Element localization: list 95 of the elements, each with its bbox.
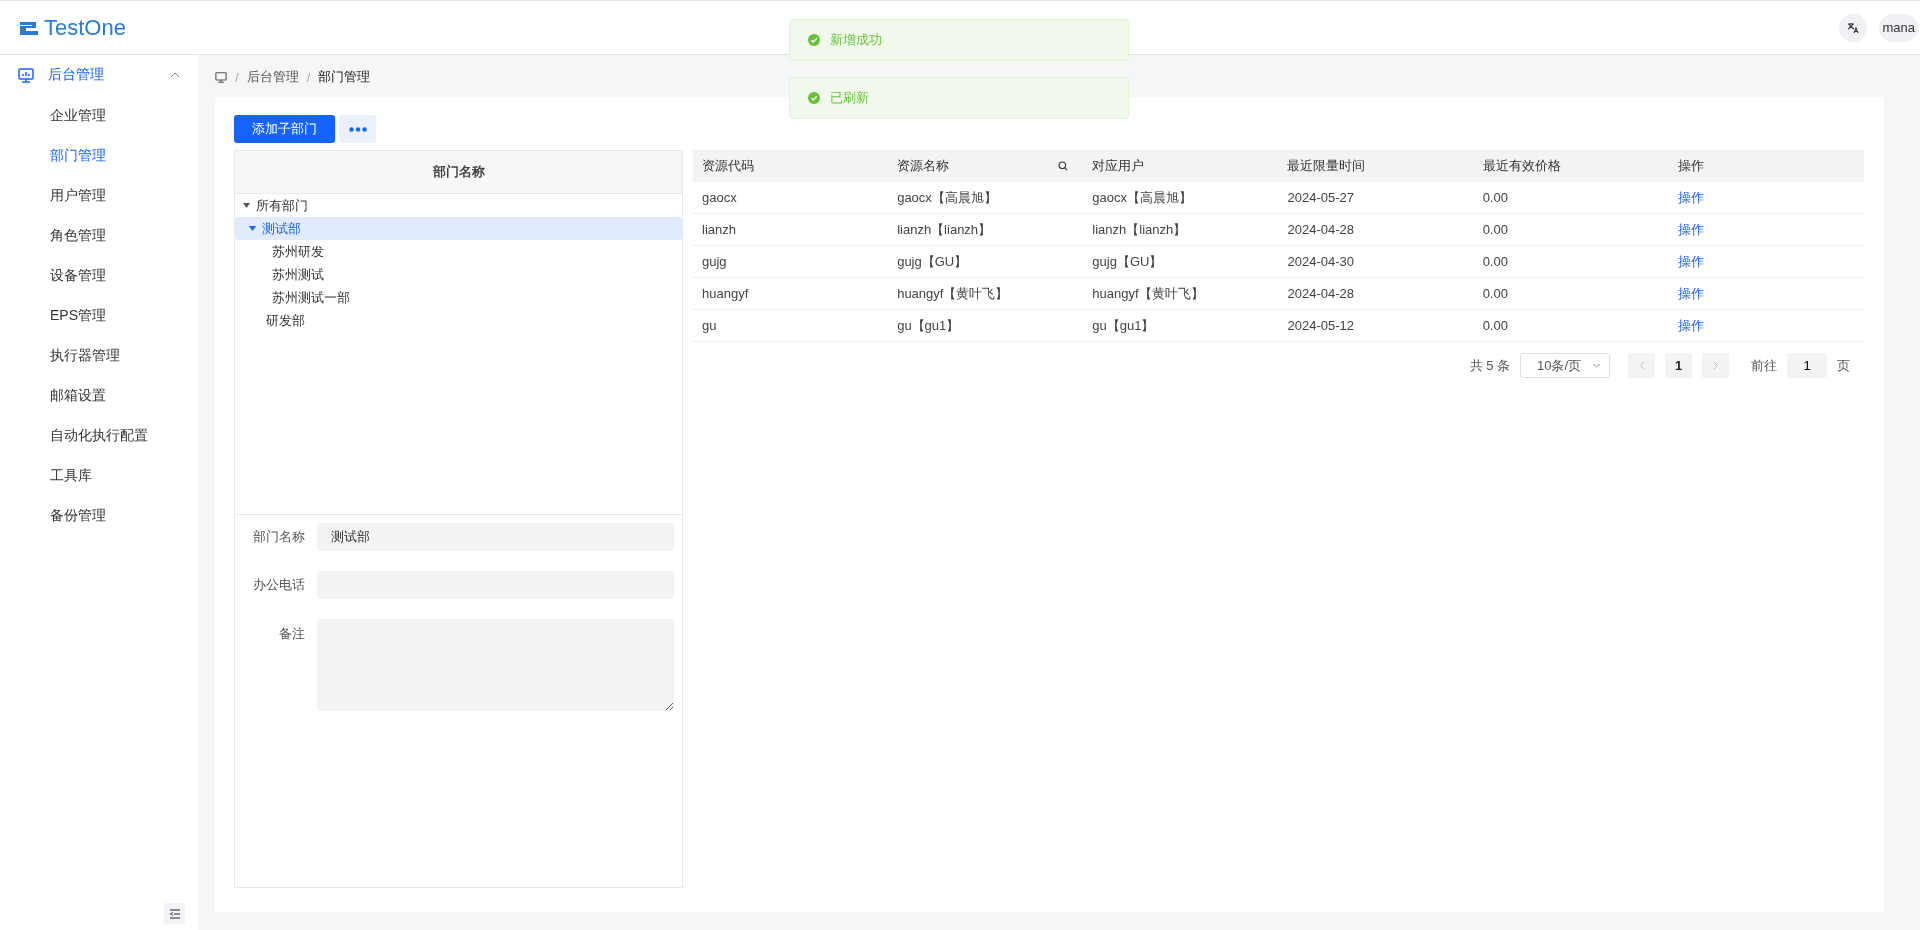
table-cell: lianzh【lianzh】 <box>888 213 1084 246</box>
action-link[interactable]: 操作 <box>1677 221 1704 237</box>
sidebar-group[interactable]: 后台管理 <box>0 55 198 95</box>
chevron-left-icon <box>1638 361 1645 370</box>
translate-icon[interactable] <box>1839 13 1868 42</box>
tree-node[interactable]: 研发部 <box>235 309 682 332</box>
more-icon[interactable] <box>339 115 376 143</box>
tree-node[interactable]: 苏州测试 <box>235 263 682 286</box>
chevron-icon <box>1592 363 1601 368</box>
column-title: 资源名称 <box>897 157 950 175</box>
notes-field[interactable] <box>317 619 674 711</box>
tree-node[interactable]: 苏州研发 <box>235 240 682 263</box>
column-title: 操作 <box>1677 157 1704 175</box>
action-link[interactable]: 操作 <box>1677 285 1704 301</box>
column-title: 对应用户 <box>1092 157 1145 175</box>
sidebar-item[interactable]: 设备管理 <box>0 255 198 295</box>
table-cell: 0.00 <box>1473 309 1669 342</box>
toast-message: 已刷新 <box>830 89 869 107</box>
sidebar-item[interactable]: 用户管理 <box>0 175 198 215</box>
collapse-icon[interactable] <box>164 903 185 924</box>
table-cell: 0.00 <box>1473 182 1669 214</box>
table-cell: 2024-05-12 <box>1278 309 1474 342</box>
search-icon[interactable] <box>1058 161 1069 171</box>
table-cell: gujg【GU】 <box>888 245 1084 278</box>
total-count: 共 5 条 <box>1469 356 1510 375</box>
table-cell: 2024-04-30 <box>1278 245 1474 278</box>
add-button[interactable]: 添加子部门 <box>234 115 335 143</box>
chevron-right-icon <box>1712 361 1719 370</box>
tree-node[interactable]: 苏州测试一部 <box>235 286 682 309</box>
table-cell: gu【gu1】 <box>1083 309 1279 342</box>
field-label: 办公电话 <box>252 576 305 594</box>
user-avatar[interactable]: mana <box>1879 13 1918 42</box>
table-cell: 2024-04-28 <box>1278 213 1474 246</box>
sidebar-item[interactable]: 自动化执行配置 <box>0 415 198 455</box>
sidebar-item[interactable]: 企业管理 <box>0 95 198 135</box>
table-cell: lianzh <box>693 213 889 246</box>
goto-label: 前往 <box>1751 356 1777 375</box>
sidebar-item[interactable]: 执行器管理 <box>0 335 198 375</box>
tree-heading: 部门名称 <box>235 151 682 194</box>
sidebar-item[interactable]: 邮箱设置 <box>0 375 198 415</box>
sidebar-item[interactable]: 部门管理 <box>0 135 198 175</box>
page-input[interactable]: 1 <box>1787 353 1827 378</box>
table-cell: gujg【GU】 <box>1083 245 1279 278</box>
check-circle-icon <box>808 34 820 46</box>
table-cell: lianzh【lianzh】 <box>1083 213 1279 246</box>
sidebar-item[interactable]: 工具库 <box>0 455 198 495</box>
tree-label: 测试部 <box>262 219 301 238</box>
monitor-icon <box>215 71 227 83</box>
table-cell: huangyf <box>693 277 889 310</box>
action-link[interactable]: 操作 <box>1677 189 1704 205</box>
chevron-icon <box>170 72 180 78</box>
breadcrumb-separator: / <box>306 69 311 85</box>
tree-node[interactable]: 测试部 <box>235 217 682 240</box>
table-cell: gaocx【高晨旭】 <box>888 182 1084 214</box>
page-size-select[interactable]: 10条/页 <box>1520 353 1610 378</box>
tree-label: 苏州研发 <box>272 242 324 261</box>
table-cell: 2024-04-28 <box>1278 277 1474 310</box>
column-title: 最近有效价格 <box>1482 157 1561 175</box>
table-cell: gaocx【高晨旭】 <box>1083 182 1279 214</box>
table-cell: 0.00 <box>1473 277 1669 310</box>
tree-label: 苏州测试一部 <box>272 288 350 307</box>
sidebar-item[interactable]: 角色管理 <box>0 215 198 255</box>
table-cell: huangyf【黄叶飞】 <box>1083 277 1279 310</box>
table-cell: 0.00 <box>1473 245 1669 278</box>
table-cell: gujg <box>693 245 889 278</box>
tree-label: 研发部 <box>266 311 305 330</box>
tree-label: 所有部门 <box>256 196 308 215</box>
action-link[interactable]: 操作 <box>1677 253 1704 269</box>
page-button[interactable]: 1 <box>1665 353 1692 378</box>
table-cell: gu <box>693 309 889 342</box>
sidebar-item[interactable]: 备份管理 <box>0 495 198 535</box>
table-cell: gaocx <box>693 182 889 214</box>
monitor-icon <box>18 67 34 83</box>
caret-icon <box>249 226 256 231</box>
column-title: 最近限量时间 <box>1287 157 1366 175</box>
page-suffix: 页 <box>1837 356 1850 375</box>
breadcrumb-link[interactable]: 后台管理 <box>246 68 299 86</box>
caret-icon <box>243 203 250 208</box>
table-cell: gu【gu1】 <box>888 309 1084 342</box>
input-field[interactable]: 测试部 <box>317 523 674 551</box>
tree-label: 苏州测试 <box>272 265 324 284</box>
breadcrumb-link[interactable]: 部门管理 <box>318 68 371 86</box>
column-title: 资源代码 <box>702 157 754 175</box>
breadcrumb-separator: / <box>235 69 239 85</box>
field-label: 备注 <box>278 625 305 643</box>
toast-message: 新增成功 <box>830 31 882 49</box>
check-circle-icon <box>808 92 820 104</box>
table-cell: 0.00 <box>1473 213 1669 246</box>
sidebar-item[interactable]: EPS管理 <box>0 295 198 335</box>
table-cell: huangyf【黄叶飞】 <box>888 277 1084 310</box>
action-link[interactable]: 操作 <box>1677 317 1704 333</box>
tree-node[interactable]: 所有部门 <box>235 194 682 217</box>
field-label: 部门名称 <box>252 528 305 546</box>
logo-text: TestOne <box>44 14 126 41</box>
table-cell: 2024-05-27 <box>1278 182 1474 214</box>
